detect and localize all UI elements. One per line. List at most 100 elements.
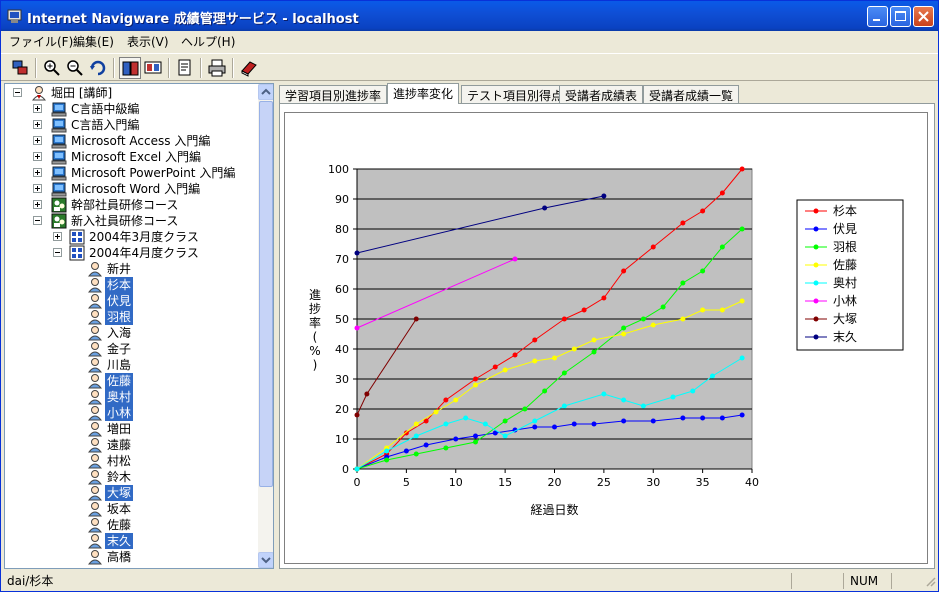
tree-course[interactable]: C言語入門編 <box>5 117 257 133</box>
data-point <box>640 403 646 409</box>
tree-student[interactable]: 金子 <box>5 341 257 357</box>
print-button[interactable] <box>206 57 228 79</box>
tree-course[interactable]: Microsoft Word 入門編 <box>5 181 257 197</box>
tree-node-label: Microsoft Word 入門編 <box>71 182 201 196</box>
tree-student[interactable]: 佐藤 <box>5 373 257 389</box>
expand-toggle[interactable] <box>33 152 42 161</box>
course-tree[interactable]: 堀田 [講師] C言語中級編 C言語入門編 Microsoft Access 入門編 M… <box>4 83 274 569</box>
tree-course[interactable]: 新入社員研修コース <box>5 213 257 229</box>
view-mode-1-button[interactable] <box>119 57 141 79</box>
tree-class[interactable]: 2004年3月度クラス <box>5 229 257 245</box>
tab-grade-list[interactable]: 受講者成績一覧 <box>643 85 740 103</box>
expand-toggle[interactable] <box>53 232 62 241</box>
data-point <box>473 433 478 439</box>
tree-student[interactable]: 入海 <box>5 325 257 341</box>
maximize-button[interactable] <box>890 6 911 27</box>
tree-student[interactable]: 伏見 <box>5 293 257 309</box>
scroll-up-button[interactable] <box>258 84 273 100</box>
student-icon <box>87 406 103 421</box>
properties-button[interactable] <box>174 57 196 79</box>
tree-node-label: 鈴木 <box>107 470 132 484</box>
x-tick-label: 40 <box>745 476 759 489</box>
data-point <box>403 448 409 454</box>
view-mode-2-button[interactable] <box>142 57 164 79</box>
student-icon <box>87 502 103 517</box>
data-point <box>739 355 745 361</box>
tree-node-label: 新入社員研修コース <box>71 214 179 228</box>
tree-course[interactable]: 幹部社員研修コース <box>5 197 257 213</box>
tab-learning-progress[interactable]: 学習項目別進捗率 <box>279 85 388 103</box>
scroll-down-button[interactable] <box>258 552 273 568</box>
data-point <box>571 421 577 427</box>
tree-student[interactable]: 鈴木 <box>5 469 257 485</box>
tree-student[interactable]: 小林 <box>5 405 257 421</box>
tree-student[interactable]: 新井 <box>5 261 257 277</box>
tree-student[interactable]: 坂本 <box>5 501 257 517</box>
tree-scrollbar[interactable] <box>258 84 273 568</box>
data-point <box>443 445 449 451</box>
data-point <box>473 376 478 382</box>
tree-course[interactable]: Microsoft Access 入門編 <box>5 133 257 149</box>
expand-toggle[interactable] <box>33 168 42 177</box>
tab-test-scores[interactable]: テスト項目別得点 <box>461 85 570 103</box>
tree-student[interactable]: 奥村 <box>5 389 257 405</box>
legend-label: 伏見 <box>833 222 857 236</box>
tree-course[interactable]: Microsoft Excel 入門編 <box>5 149 257 165</box>
tree-node-label: 新井 <box>107 262 132 276</box>
menu-file[interactable]: ファイル(F) <box>9 33 73 50</box>
menu-bar: ファイル(F) 編集(E) 表示(V) ヘルプ(H) <box>1 31 938 51</box>
close-button[interactable] <box>913 6 934 27</box>
data-point <box>384 448 390 454</box>
menu-help[interactable]: ヘルプ(H) <box>181 33 235 50</box>
collapse-toggle[interactable] <box>33 216 42 225</box>
tree-student[interactable]: 大塚 <box>5 485 257 501</box>
zoom-in-button[interactable] <box>41 57 63 79</box>
menu-view[interactable]: 表示(V) <box>127 33 169 50</box>
status-bar: dai/杉本 NUM <box>1 571 938 591</box>
expand-toggle[interactable] <box>33 136 42 145</box>
tree-student[interactable]: 杉本 <box>5 277 257 293</box>
menu-edit[interactable]: 編集(E) <box>73 33 114 50</box>
tree-student[interactable]: 村松 <box>5 453 257 469</box>
expand-toggle[interactable] <box>33 120 42 129</box>
data-point <box>443 397 449 403</box>
tree-node-label: 大塚 <box>105 485 134 501</box>
data-point <box>354 466 360 472</box>
tree-student[interactable]: 増田 <box>5 421 257 437</box>
tree-root[interactable]: 堀田 [講師] <box>5 85 257 101</box>
resize-grip-icon[interactable] <box>924 575 936 587</box>
tree-course[interactable]: Microsoft PowerPoint 入門編 <box>5 165 257 181</box>
scroll-thumb[interactable] <box>259 101 273 487</box>
tree-class[interactable]: 2004年4月度クラス <box>5 245 257 261</box>
collapse-toggle[interactable] <box>53 248 62 257</box>
data-point <box>621 331 627 337</box>
legend-label: 末久 <box>833 330 857 344</box>
tree-node-label: Microsoft Access 入門編 <box>71 134 211 148</box>
data-point <box>710 373 715 379</box>
app-window: Internet Navigware 成績管理サービス - localhost … <box>0 0 939 592</box>
tree-course[interactable]: C言語中級編 <box>5 101 257 117</box>
tab-progress-change[interactable]: 進捗率変化 <box>387 83 460 104</box>
tree-student[interactable]: 遠藤 <box>5 437 257 453</box>
expand-toggle[interactable] <box>33 200 42 209</box>
title-bar[interactable]: Internet Navigware 成績管理サービス - localhost <box>1 1 938 31</box>
minimize-button[interactable] <box>867 6 888 27</box>
zoom-out-button[interactable] <box>64 57 86 79</box>
expand-toggle[interactable] <box>33 104 42 113</box>
tree-student[interactable]: 川島 <box>5 357 257 373</box>
help-button[interactable] <box>238 57 260 79</box>
tree-student[interactable]: 高橋 <box>5 549 257 565</box>
tree-node-label: C言語中級編 <box>71 102 140 116</box>
tree-student[interactable]: 佐藤 <box>5 517 257 533</box>
student-icon <box>87 326 103 341</box>
status-num: NUM <box>843 573 889 589</box>
disconnect-button[interactable] <box>9 57 31 79</box>
refresh-button[interactable] <box>87 57 109 79</box>
disconnect-icon <box>12 60 28 75</box>
tree-student[interactable]: 末久 <box>5 533 257 549</box>
x-tick-label: 20 <box>548 476 562 489</box>
tab-student-grades[interactable]: 受講者成績表 <box>559 85 644 103</box>
expand-toggle[interactable] <box>33 184 42 193</box>
tree-student[interactable]: 羽根 <box>5 309 257 325</box>
collapse-toggle[interactable] <box>13 88 22 97</box>
